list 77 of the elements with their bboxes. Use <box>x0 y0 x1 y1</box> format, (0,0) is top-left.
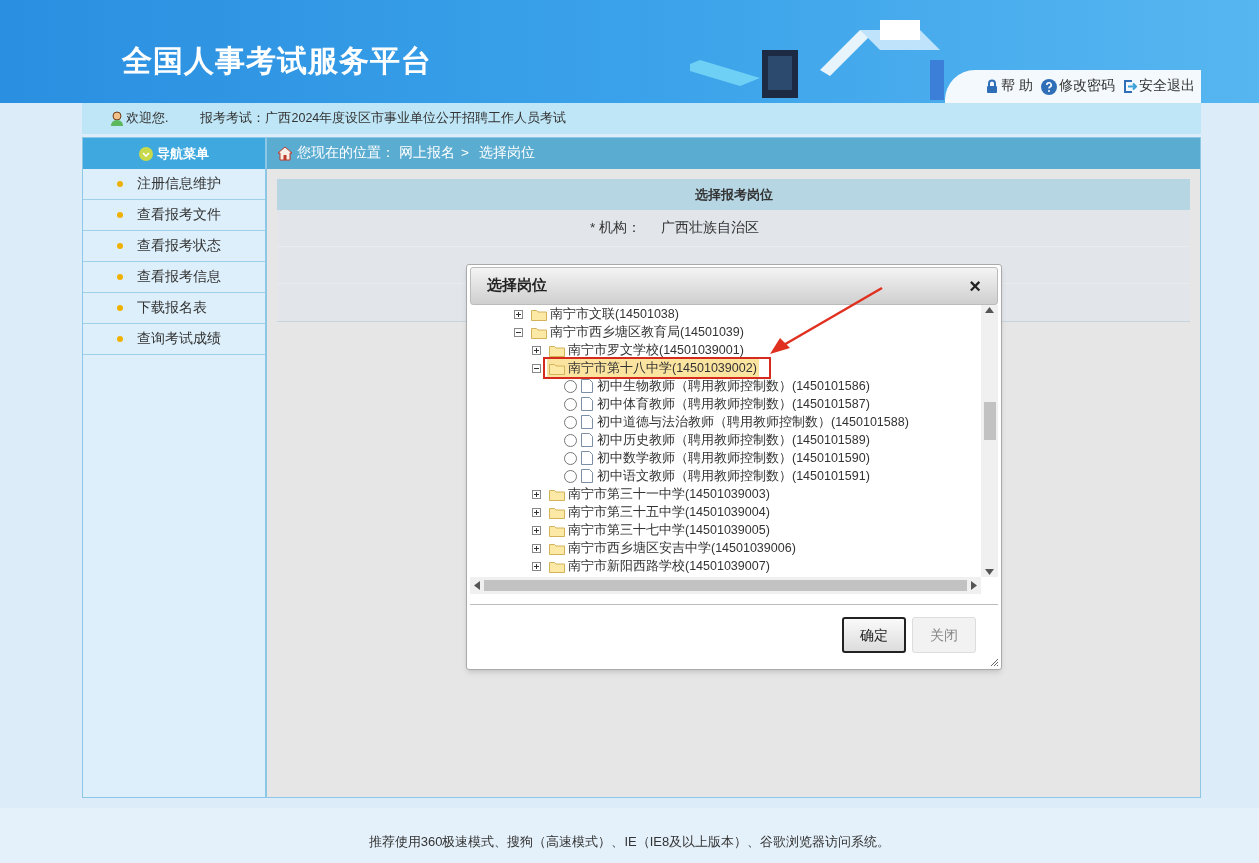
document-icon <box>581 397 593 411</box>
resize-grip-icon <box>989 657 999 667</box>
field-value: 广西壮族自治区 <box>660 218 759 237</box>
site-title: 全国人事考试服务平台 <box>122 44 432 77</box>
field-label: * 机构： <box>589 218 642 237</box>
dialog-title: 选择岗位 <box>487 276 547 296</box>
folder-icon <box>549 559 565 573</box>
folder-icon <box>549 361 565 375</box>
breadcrumb-item: 网上报名 <box>399 144 455 163</box>
position-label[interactable]: 初中数学教师（聘用教师控制数）(1450101590) <box>597 448 870 468</box>
header-link[interactable]: 修改密码 <box>1041 76 1115 97</box>
breadcrumb-label: 您现在的位置： <box>297 144 395 163</box>
position-label[interactable]: 初中生物教师（聘用教师控制数）(1450101586) <box>597 376 870 396</box>
form-title: 选择报考岗位 <box>694 185 773 204</box>
position-label[interactable]: 初中语文教师（聘用教师控制数）(1450101591) <box>597 466 870 486</box>
folder-icon <box>549 487 565 501</box>
scroll-down-icon[interactable] <box>985 569 994 575</box>
document-icon <box>581 451 593 465</box>
folder-icon <box>549 505 565 519</box>
folder-label: 南宁市文联(14501038) <box>550 305 679 323</box>
radio-button[interactable] <box>564 397 577 411</box>
document-icon <box>581 415 593 429</box>
document-icon <box>581 433 593 447</box>
scroll-up-icon[interactable] <box>985 307 994 313</box>
sidebar-item[interactable]: 查看报考文件 <box>83 200 265 231</box>
expand-icon[interactable] <box>532 489 541 499</box>
header-link[interactable]: 帮 助 <box>985 76 1033 97</box>
scroll-right-icon[interactable] <box>971 581 977 590</box>
sidebar-item[interactable]: 下载报名表 <box>83 293 265 324</box>
vertical-scrollbar[interactable] <box>981 305 998 577</box>
chevron-down-icon <box>139 146 153 161</box>
help-icon <box>1041 78 1057 95</box>
document-icon <box>581 379 593 393</box>
horizontal-scrollbar[interactable] <box>470 577 981 594</box>
expand-icon[interactable] <box>514 309 523 319</box>
expand-icon[interactable] <box>532 561 541 571</box>
folder-icon <box>531 325 547 339</box>
position-label[interactable]: 初中体育教师（聘用教师控制数）(1450101587) <box>597 394 870 414</box>
radio-button[interactable] <box>564 469 577 483</box>
lock-icon <box>985 79 1000 94</box>
close-button[interactable]: × <box>969 276 981 296</box>
breadcrumb-item: 选择岗位 <box>478 144 535 163</box>
collapse-icon[interactable] <box>514 327 523 337</box>
user-icon <box>110 111 124 126</box>
collapse-icon[interactable] <box>532 363 541 373</box>
scroll-left-icon[interactable] <box>474 581 480 590</box>
expand-icon[interactable] <box>532 507 541 517</box>
footer-text: 推荐使用360极速模式、搜狗（高速模式）、IE（IE8及以上版本）、谷歌浏览器访问系统。 <box>368 832 891 851</box>
scroll-thumb[interactable] <box>983 402 996 440</box>
expand-icon[interactable] <box>532 525 541 535</box>
expand-icon[interactable] <box>532 345 541 355</box>
folder-icon <box>549 343 565 357</box>
exam-name: 报考考试：广西2024年度设区市事业单位公开招聘工作人员考试 <box>200 110 567 128</box>
exit-icon <box>1123 79 1137 94</box>
home-icon <box>277 146 293 161</box>
sidebar-item[interactable]: 查看报考状态 <box>83 231 265 262</box>
radio-button[interactable] <box>564 451 577 465</box>
position-label[interactable]: 初中历史教师（聘用教师控制数）(1450101589) <box>597 430 870 450</box>
dialog-button[interactable]: 确定 <box>842 617 906 653</box>
sidebar-title: 导航菜单 <box>157 144 209 163</box>
scroll-thumb[interactable] <box>484 580 967 591</box>
header-link[interactable]: 安全退出 <box>1123 76 1195 97</box>
radio-button[interactable] <box>564 379 577 393</box>
folder-icon <box>531 307 547 321</box>
tree-folder[interactable]: 南宁市文联(14501038) <box>529 305 681 323</box>
welcome-text: 欢迎您. <box>126 110 169 128</box>
radio-button[interactable] <box>564 415 577 429</box>
sidebar-item[interactable]: 查看报考信息 <box>83 262 265 293</box>
breadcrumb-separator: > <box>461 144 469 163</box>
document-icon <box>581 469 593 483</box>
expand-icon[interactable] <box>532 543 541 553</box>
radio-button[interactable] <box>564 433 577 447</box>
sidebar-item[interactable]: 注册信息维护 <box>83 169 265 200</box>
sidebar-item[interactable]: 查询考试成绩 <box>83 324 265 355</box>
position-label[interactable]: 初中道德与法治教师（聘用教师控制数）(1450101588) <box>597 412 909 432</box>
folder-icon <box>549 541 565 555</box>
folder-icon <box>549 523 565 537</box>
